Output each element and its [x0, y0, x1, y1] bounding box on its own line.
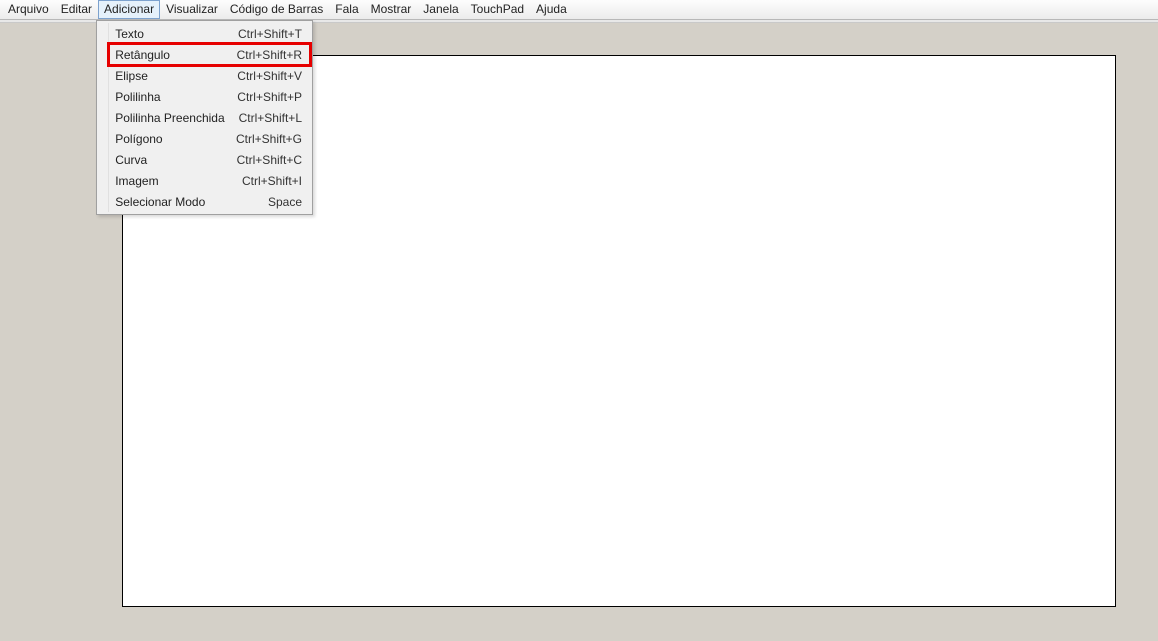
menu-editar[interactable]: Editar — [55, 0, 98, 19]
menu-visualizar[interactable]: Visualizar — [160, 0, 224, 19]
dd-item-texto[interactable]: Texto Ctrl+Shift+T — [109, 23, 310, 44]
dd-label: Elipse — [115, 69, 148, 83]
dd-item-polilinha-preenchida[interactable]: Polilinha Preenchida Ctrl+Shift+L — [109, 107, 310, 128]
dd-shortcut: Ctrl+Shift+I — [228, 174, 302, 188]
dd-label: Polilinha Preenchida — [115, 111, 224, 125]
dropdown-icon-gutter — [99, 23, 109, 212]
dd-item-imagem[interactable]: Imagem Ctrl+Shift+I — [109, 170, 310, 191]
menu-ajuda[interactable]: Ajuda — [530, 0, 573, 19]
dd-label: Polilinha — [115, 90, 160, 104]
menubar: Arquivo Editar Adicionar Visualizar Códi… — [0, 0, 1158, 20]
dd-shortcut: Space — [254, 195, 302, 209]
dd-item-poligono[interactable]: Polígono Ctrl+Shift+G — [109, 128, 310, 149]
menu-touchpad[interactable]: TouchPad — [465, 0, 530, 19]
menu-janela[interactable]: Janela — [417, 0, 464, 19]
dd-label: Polígono — [115, 132, 162, 146]
menu-arquivo[interactable]: Arquivo — [2, 0, 55, 19]
menu-fala[interactable]: Fala — [329, 0, 364, 19]
dd-item-polilinha[interactable]: Polilinha Ctrl+Shift+P — [109, 86, 310, 107]
dd-item-curva[interactable]: Curva Ctrl+Shift+C — [109, 149, 310, 170]
dd-shortcut: Ctrl+Shift+T — [224, 27, 302, 41]
dd-label: Curva — [115, 153, 147, 167]
dd-shortcut: Ctrl+Shift+C — [223, 153, 302, 167]
dd-shortcut: Ctrl+Shift+L — [225, 111, 302, 125]
menu-mostrar[interactable]: Mostrar — [365, 0, 418, 19]
dropdown-list: Texto Ctrl+Shift+T Retângulo Ctrl+Shift+… — [109, 23, 310, 212]
dropdown-adicionar: Texto Ctrl+Shift+T Retângulo Ctrl+Shift+… — [96, 20, 313, 215]
dd-item-selecionar-modo[interactable]: Selecionar Modo Space — [109, 191, 310, 212]
dd-label: Texto — [115, 27, 144, 41]
dd-shortcut: Ctrl+Shift+P — [223, 90, 302, 104]
dd-item-retangulo[interactable]: Retângulo Ctrl+Shift+R — [109, 44, 310, 65]
dd-shortcut: Ctrl+Shift+R — [223, 48, 302, 62]
dd-shortcut: Ctrl+Shift+V — [223, 69, 302, 83]
dd-shortcut: Ctrl+Shift+G — [222, 132, 302, 146]
dd-label: Selecionar Modo — [115, 195, 205, 209]
dd-label: Imagem — [115, 174, 158, 188]
dd-item-elipse[interactable]: Elipse Ctrl+Shift+V — [109, 65, 310, 86]
menu-adicionar[interactable]: Adicionar — [98, 0, 160, 19]
dd-label: Retângulo — [115, 48, 170, 62]
menu-codigo-de-barras[interactable]: Código de Barras — [224, 0, 329, 19]
